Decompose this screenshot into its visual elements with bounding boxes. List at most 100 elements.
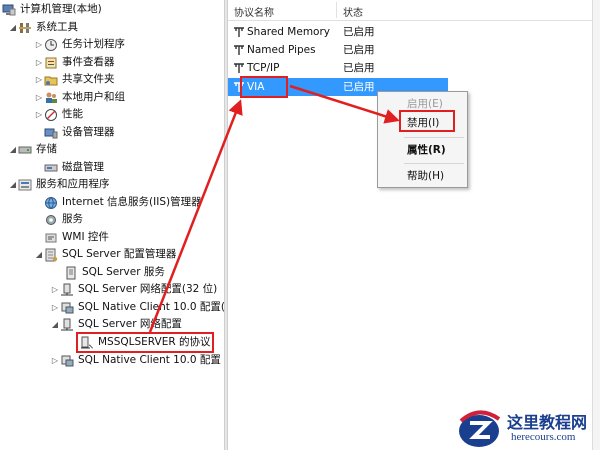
collapsed-arrow-icon[interactable]: ▷ [34,89,44,106]
tree-item-wmi[interactable]: WMI 控件 [44,229,109,246]
tree-label: 磁盘管理 [62,161,104,173]
tree-item-native-client-a[interactable]: ▷ SQL Native Client 10.0 配置( [50,299,224,316]
expanded-arrow-icon[interactable]: ◢ [50,316,60,333]
tree-item-sql-services[interactable]: SQL Server 服务 [64,264,165,281]
network-config-icon [60,318,74,332]
tree-label: 本地用户和组 [62,91,125,103]
annotation-box-via [240,76,288,98]
tree-label: SQL Server 配置管理器 [62,248,177,260]
gear-icon [44,213,58,227]
expanded-arrow-icon[interactable]: ◢ [8,176,18,193]
tree-label: 系统工具 [36,21,78,33]
collapsed-arrow-icon[interactable]: ▷ [50,352,60,369]
tree-label: 性能 [62,108,83,120]
tree-label: 服务 [62,213,83,225]
collapsed-arrow-icon[interactable]: ▷ [34,36,44,53]
disk-icon [44,161,58,175]
tree-item-storage[interactable]: ◢ 存储 [8,141,57,158]
protocol-name: Named Pipes [247,44,316,56]
site-watermark: 这里教程网 herecours.com [455,407,600,450]
sql-config-icon [44,248,58,262]
collapsed-arrow-icon[interactable]: ▷ [34,106,44,123]
tree-item-performance[interactable]: ▷ 性能 [34,106,83,123]
navigation-tree: 计算机管理(本地) ◢ 系统工具 ▷ 任务计划程序 ▷ 事件查看器 ▷ 共享文件… [0,0,224,450]
tree-item-services-apps[interactable]: ◢ 服务和应用程序 [8,176,110,193]
native-client-icon [60,354,74,368]
column-header-status[interactable]: 状态 [343,4,363,19]
vertical-scrollbar[interactable] [592,0,600,450]
tree-label: 事件查看器 [62,56,115,68]
storage-icon [18,143,32,157]
protocol-row-tcp-ip[interactable]: TCP/IP 已启用 [228,59,448,77]
tree-label: SQL Native Client 10.0 配置 [78,354,221,366]
watermark-logo-icon [459,410,501,447]
tree-label: SQL Server 服务 [82,266,165,278]
menu-item-label: 属性(R) [407,144,446,156]
watermark-title: 这里教程网 [507,413,588,432]
tree-label: 存储 [36,143,57,155]
collapsed-arrow-icon[interactable]: ▷ [50,299,60,316]
tree-item-sql-config-manager[interactable]: ◢ SQL Server 配置管理器 [34,246,176,263]
native-client-icon [60,301,74,315]
services-apps-icon [18,178,32,192]
tree-label: SQL Server 网络配置 [78,318,182,330]
context-menu: 启用(E) 禁用(I) 属性(R) 帮助(H) [377,91,468,188]
protocol-row-shared-memory[interactable]: Shared Memory 已启用 [228,23,448,41]
tree-item-root[interactable]: 计算机管理(本地) [2,1,102,18]
tree-item-disk-management[interactable]: 磁盘管理 [44,159,104,176]
protocol-status: 已启用 [343,44,375,56]
tree-label: 共享文件夹 [62,73,115,85]
tree-label: 服务和应用程序 [36,178,110,190]
tree-item-services[interactable]: 服务 [44,211,83,228]
list-header: 协议名称 状态 [228,0,592,21]
tree-item-local-users[interactable]: ▷ 本地用户和组 [34,89,125,106]
menu-separator [404,163,464,164]
expanded-arrow-icon[interactable]: ◢ [8,19,18,36]
wmi-icon [44,231,58,245]
column-divider[interactable] [336,2,337,18]
tree-item-event-viewer[interactable]: ▷ 事件查看器 [34,54,115,71]
menu-separator [404,137,464,138]
tools-icon [18,21,32,35]
menu-item-help[interactable]: 帮助(H) [378,166,467,186]
tree-item-shared-folders[interactable]: ▷ 共享文件夹 [34,71,115,88]
tree-label: 设备管理器 [62,126,115,138]
column-header-protocol-name[interactable]: 协议名称 [234,4,274,19]
protocol-list-pane: 协议名称 状态 Shared Memory 已启用 Named Pipes 已启… [228,0,600,450]
users-icon [44,91,58,105]
collapsed-arrow-icon[interactable]: ▷ [50,281,60,298]
protocol-row-named-pipes[interactable]: Named Pipes 已启用 [228,41,448,59]
tree-item-device-manager[interactable]: 设备管理器 [44,124,115,141]
expanded-arrow-icon[interactable]: ◢ [8,141,18,158]
tree-item-sql-network-32[interactable]: ▷ SQL Server 网络配置(32 位) [50,281,217,298]
tree-label: Internet 信息服务(IIS)管理器 [62,196,202,208]
protocol-status: 已启用 [343,26,375,38]
tree-label: 任务计划程序 [62,38,125,50]
tree-label: WMI 控件 [62,231,109,243]
collapsed-arrow-icon[interactable]: ▷ [34,54,44,71]
tree-label: SQL Server 网络配置(32 位) [78,283,218,295]
collapsed-arrow-icon[interactable]: ▷ [34,71,44,88]
protocol-plug-icon [232,61,246,75]
protocol-name: TCP/IP [247,62,280,74]
protocol-plug-icon [232,25,246,39]
menu-item-properties[interactable]: 属性(R) [378,140,467,160]
menu-item-label: 帮助(H) [407,170,445,182]
performance-icon [44,108,58,122]
watermark-url: herecours.com [511,431,576,443]
computer-management-icon [2,3,16,17]
event-viewer-icon [44,56,58,70]
server-icon [64,266,78,280]
annotation-box-disable [399,110,455,132]
tree-item-task-scheduler[interactable]: ▷ 任务计划程序 [34,36,125,53]
tree-item-iis[interactable]: Internet 信息服务(IIS)管理器 [44,194,202,211]
clock-icon [44,38,58,52]
tree-item-native-client-b[interactable]: ▷ SQL Native Client 10.0 配置 [50,352,221,369]
tree-item-sql-network[interactable]: ◢ SQL Server 网络配置 [50,316,182,333]
tree-item-system-tools[interactable]: ◢ 系统工具 [8,19,78,36]
shared-folder-icon [44,73,58,87]
protocol-name: Shared Memory [247,26,331,38]
network-config-icon [60,283,74,297]
expanded-arrow-icon[interactable]: ◢ [34,246,44,263]
protocol-status: 已启用 [343,81,375,93]
